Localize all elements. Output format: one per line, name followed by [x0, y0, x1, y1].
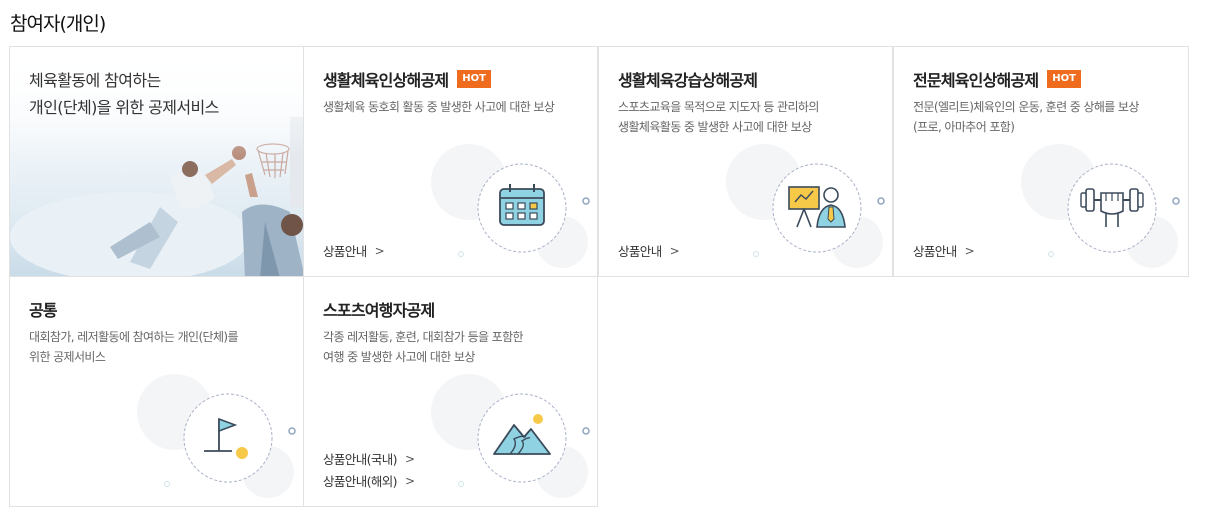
- product-card-life-sports-injury[interactable]: 생활체육인상해공제 HOT 생활체육 동호회 활동 중 발생한 사고에 대한 보…: [303, 46, 598, 277]
- card-title: 생활체육인상해공제 HOT: [323, 67, 491, 91]
- product-info-domestic-link[interactable]: 상품안내(국내) >: [323, 449, 415, 468]
- product-info-link[interactable]: 상품안내 >: [323, 241, 385, 260]
- hot-badge: HOT: [457, 70, 491, 88]
- dumbbell-fist-icon: [1021, 144, 1180, 268]
- calendar-icon: [431, 144, 590, 268]
- intro-text: 체육활동에 참여하는 개인(단체)을 위한 공제서비스: [29, 71, 219, 117]
- chevron-right-icon: >: [374, 243, 385, 258]
- product-card-pro-sports-injury[interactable]: 전문체육인상해공제 HOT 전문(엘리트)체육인의 운동, 훈련 중 상해를 보…: [893, 46, 1189, 277]
- card-title: 생활체육강습상해공제: [618, 71, 758, 90]
- product-grid: 체육활동에 참여하는 개인(단체)을 위한 공제서비스 생활체육인상해공제 HO…: [9, 46, 1189, 508]
- card-title: 스포츠여행자공제: [323, 301, 435, 320]
- card-title: 공통: [29, 301, 58, 320]
- card-description: 생활체육 동호회 활동 중 발생한 사고에 대한 보상: [323, 100, 555, 114]
- intro-card: 체육활동에 참여하는 개인(단체)을 위한 공제서비스: [9, 46, 304, 277]
- presenter-icon: [726, 144, 885, 268]
- card-title: 전문체육인상해공제 HOT: [913, 67, 1081, 91]
- chevron-right-icon: >: [669, 243, 680, 258]
- hot-badge: HOT: [1047, 70, 1081, 88]
- product-info-overseas-link[interactable]: 상품안내(해외) >: [323, 471, 415, 490]
- product-info-link[interactable]: 상품안내 >: [618, 241, 680, 260]
- golf-flag-icon: [137, 374, 296, 498]
- product-card-sports-travel[interactable]: 스포츠여행자공제 각종 레저활동, 훈련, 대회참가 등을 포함한 여행 중 발…: [303, 276, 598, 507]
- chevron-right-icon: >: [964, 243, 975, 258]
- product-card-common[interactable]: 공통 대회참가, 레저활동에 참여하는 개인(단체)를 위한 공제서비스: [9, 276, 304, 507]
- product-info-link[interactable]: 상품안내 >: [913, 241, 975, 260]
- mountain-icon: [431, 374, 590, 498]
- section-title: 참여자(개인): [10, 13, 106, 35]
- product-card-life-sports-lesson[interactable]: 생활체육강습상해공제 스포츠교육을 목적으로 지도자 등 관리하의 생활체육활동…: [598, 46, 893, 277]
